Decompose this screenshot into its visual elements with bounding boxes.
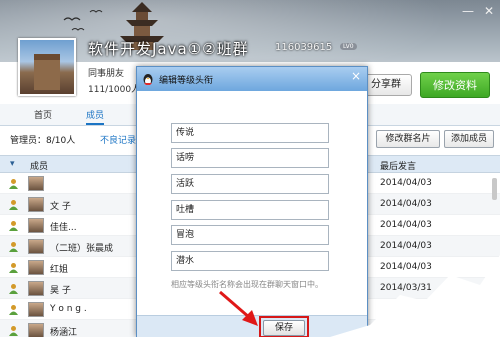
group-info-window: — ✕ 软件开发Java①②班群 116039615 LV0 同事朋友 111/… [0,0,500,337]
avatar-building [34,54,60,90]
member-name: Y o n g . [50,304,87,314]
user-icon [9,221,18,231]
avatar [28,281,44,296]
level-title-input-1[interactable]: 传说 [171,123,329,143]
last-post-date: 2014/04/03 [380,241,432,251]
dialog-title: 编辑等级头衔 [159,76,214,86]
col-member[interactable]: 成员 [30,159,48,172]
avatar [28,302,44,317]
level-title-input-2[interactable]: 话唠 [171,148,329,168]
user-icon [9,200,18,210]
close-icon[interactable]: × [351,69,361,83]
add-member-button[interactable]: 添加成员 [444,130,494,148]
member-count: 111/1000人 [88,85,141,95]
minimize-icon[interactable]: — [462,4,474,18]
level-title-input-3[interactable]: 活跃 [171,174,329,194]
dialog-hint: 相应等级头衔名称会出现在群聊天窗口中。 [171,280,323,289]
member-name: 文 子 [50,202,71,212]
group-number: 116039615 [275,42,333,53]
col-last-post[interactable]: 最后发言 [380,159,416,172]
user-icon [9,326,18,336]
torn-edge-decoration [330,255,500,337]
save-button[interactable]: 保存 [263,320,305,336]
avatar [28,197,44,212]
member-name: 昊 子 [50,286,71,296]
member-name: 佳佳... [50,223,77,233]
avatar [28,239,44,254]
sort-down-icon[interactable]: ▾ [10,159,15,169]
avatar [28,176,44,191]
red-arrow-annotation [219,290,258,326]
avatar [28,260,44,275]
avatar [28,323,44,337]
level-badge: LV0 [340,43,357,50]
edit-card-button[interactable]: 修改群名片 [376,130,440,148]
user-icon [9,263,18,273]
dialog-titlebar[interactable]: 编辑等级头衔 × [137,67,367,91]
member-name: 杨涵江 [50,328,78,337]
close-window-icon[interactable]: ✕ [484,4,494,18]
user-icon [9,305,18,315]
bad-records-link[interactable]: 不良记录 [100,133,136,146]
group-name: 软件开发Java①②班群 [88,40,249,58]
level-title-input-4[interactable]: 吐槽 [171,200,329,220]
last-post-date: 2014/04/03 [380,199,432,209]
scrollbar-thumb[interactable] [492,178,497,200]
member-name: 红姐 [50,265,69,275]
tab-members[interactable]: 成员 [86,108,105,125]
qq-penguin-icon [143,74,153,85]
admin-count: 管理员：8/10人 [10,136,76,146]
level-title-input-5[interactable]: 冒泡 [171,225,329,245]
level-title-input-6[interactable]: 潜水 [171,251,329,271]
user-icon [9,179,18,189]
user-icon [9,284,18,294]
group-avatar[interactable] [18,38,76,96]
avatar [28,218,44,233]
tab-home[interactable]: 首页 [34,108,52,121]
user-icon [9,242,18,252]
member-name: （二班）张晨成 [50,244,114,254]
last-post-date: 2014/04/03 [380,178,432,188]
edit-info-button[interactable]: 修改资料 [420,72,490,98]
group-category: 同事朋友 [88,69,125,79]
last-post-date: 2014/04/03 [380,220,432,230]
